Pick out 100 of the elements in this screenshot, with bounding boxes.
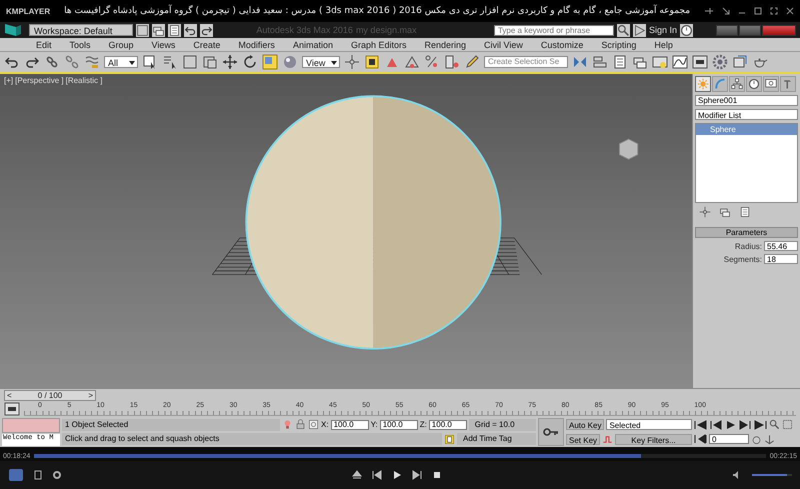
coordinate-field[interactable]: 100.0 <box>330 420 369 430</box>
eject-icon[interactable] <box>352 470 362 480</box>
pin-icon[interactable] <box>704 7 714 15</box>
menu-item[interactable]: Graph Editors <box>350 40 406 50</box>
chain-broken-icon[interactable] <box>64 54 80 70</box>
settings-icon[interactable] <box>52 470 62 480</box>
menu-item[interactable]: Customize <box>540 40 584 50</box>
workspace-dropdown[interactable]: Workspace: Default <box>29 24 134 36</box>
key-mode-dropdown[interactable]: Selected <box>606 419 692 430</box>
next-frame-button[interactable]: > <box>88 391 93 400</box>
menu-item[interactable]: Edit <box>36 40 52 50</box>
rollout-header[interactable]: Parameters <box>695 227 798 238</box>
parameter-field[interactable]: 55.46 <box>764 241 798 251</box>
command-panel-tab[interactable] <box>695 76 711 92</box>
sphere-icon[interactable] <box>282 54 298 70</box>
menu-item[interactable]: Scripting <box>601 40 636 50</box>
key-filters-button[interactable]: Key Filters... <box>615 434 692 445</box>
stop-icon[interactable] <box>432 470 442 480</box>
menu-item[interactable]: Views <box>152 40 176 50</box>
pivot-icon[interactable] <box>344 54 360 70</box>
shrink-icon[interactable] <box>722 7 730 15</box>
goto-end-icon[interactable] <box>754 420 767 430</box>
square-double-icon[interactable] <box>202 54 218 70</box>
list-icon[interactable] <box>612 54 628 70</box>
zoom-icon[interactable] <box>769 419 780 430</box>
menu-item[interactable]: Tools <box>70 40 91 50</box>
auto-key-button[interactable]: Auto Key <box>566 419 604 430</box>
play-icon[interactable] <box>724 420 737 430</box>
minimize-button[interactable] <box>716 24 738 36</box>
list-cursor-icon[interactable] <box>162 54 178 70</box>
undo-icon[interactable] <box>184 24 198 36</box>
render-frame-icon[interactable] <box>692 54 708 70</box>
pencil-icon[interactable] <box>464 54 480 70</box>
perspective-viewport[interactable]: [+] [Perspective ] [Realistic ] <box>0 74 692 388</box>
goto-start-icon[interactable] <box>694 420 707 430</box>
next-key-icon[interactable] <box>739 420 752 430</box>
set-key-button[interactable]: Set Key <box>566 434 600 445</box>
menu-item[interactable]: Create <box>193 40 220 50</box>
coordinate-field[interactable]: 100.0 <box>380 420 418 430</box>
set-keys-button[interactable] <box>538 418 564 446</box>
chain-icon[interactable] <box>44 54 60 70</box>
play-icon[interactable] <box>392 470 402 480</box>
object-name-field[interactable]: Sphere001 <box>695 95 798 106</box>
new-file-icon[interactable] <box>136 24 150 36</box>
menu-item[interactable]: Civil View <box>484 40 523 50</box>
circle-arrow-icon[interactable] <box>242 54 258 70</box>
add-time-tag-button[interactable]: Add Time Tag <box>457 433 536 446</box>
percent-icon[interactable] <box>424 54 440 70</box>
menu-item[interactable]: Modifiers <box>238 40 275 50</box>
align-icon[interactable] <box>592 54 608 70</box>
snap-box-icon[interactable] <box>364 54 380 70</box>
command-panel-tab[interactable] <box>780 76 796 92</box>
current-frame-field[interactable]: 0 <box>709 434 749 444</box>
playlist-icon[interactable] <box>34 470 42 480</box>
viewport-label[interactable]: [+] <box>4 76 14 85</box>
search-field[interactable]: Type a keyword or phrase <box>494 24 614 36</box>
parameter-field[interactable]: 18 <box>764 254 798 264</box>
command-panel-tab[interactable] <box>746 76 762 92</box>
previous-frame-button[interactable]: < <box>7 391 12 400</box>
3d-mode-icon[interactable] <box>8 468 24 482</box>
selection-set-field[interactable]: Create Selection Se <box>484 56 568 68</box>
viewcube-drawing[interactable] <box>619 138 638 160</box>
angle-icon[interactable] <box>404 54 420 70</box>
menu-item[interactable]: Help <box>654 40 673 50</box>
mirror-icon[interactable] <box>572 54 588 70</box>
menu-item[interactable]: Group <box>108 40 134 50</box>
time-tag-icon[interactable] <box>444 434 455 445</box>
maximize-icon[interactable] <box>754 7 762 15</box>
previous-icon[interactable] <box>372 470 382 480</box>
close-icon[interactable] <box>786 7 794 15</box>
sign-in-link[interactable]: Sign In <box>648 25 677 35</box>
zoom-extents-icon[interactable] <box>782 419 793 430</box>
tangent-icon[interactable] <box>602 434 614 445</box>
coordinate-field[interactable]: 100.0 <box>428 420 467 430</box>
command-panel-tab[interactable] <box>729 76 745 92</box>
menu-item[interactable]: Rendering <box>424 40 466 50</box>
search-icon[interactable] <box>616 24 630 36</box>
prev-key-icon[interactable] <box>709 420 722 430</box>
square-icon[interactable] <box>182 54 198 70</box>
selection-filter-dropdown[interactable]: All <box>104 56 138 68</box>
command-panel-tab[interactable] <box>763 76 779 92</box>
graph-icon[interactable] <box>672 54 688 70</box>
player-logo[interactable]: KMPLAYER <box>6 6 50 16</box>
wave-icon[interactable] <box>84 54 100 70</box>
menu-item[interactable]: Animation <box>292 40 333 50</box>
close-button[interactable] <box>762 24 796 36</box>
viewport-label[interactable]: [Realistic ] <box>66 76 102 85</box>
lock-icon[interactable] <box>295 419 306 430</box>
key-mode-icon[interactable] <box>694 434 707 444</box>
render-icon[interactable] <box>732 54 748 70</box>
isolate-bulb-icon[interactable] <box>282 419 293 430</box>
cross-arrows-icon[interactable] <box>222 54 238 70</box>
restore-button[interactable] <box>739 24 761 36</box>
redo-icon[interactable] <box>200 24 214 36</box>
script-input-field[interactable] <box>2 418 60 432</box>
modifier-list-dropdown[interactable]: Modifier List <box>695 109 798 120</box>
reference-coordinate-dropdown[interactable]: View <box>302 56 340 68</box>
viewport-label[interactable]: [Perspective ] <box>15 76 64 85</box>
time-slider-thumb[interactable]: < 0 / 100 > <box>4 390 96 401</box>
material-icon[interactable] <box>652 54 668 70</box>
